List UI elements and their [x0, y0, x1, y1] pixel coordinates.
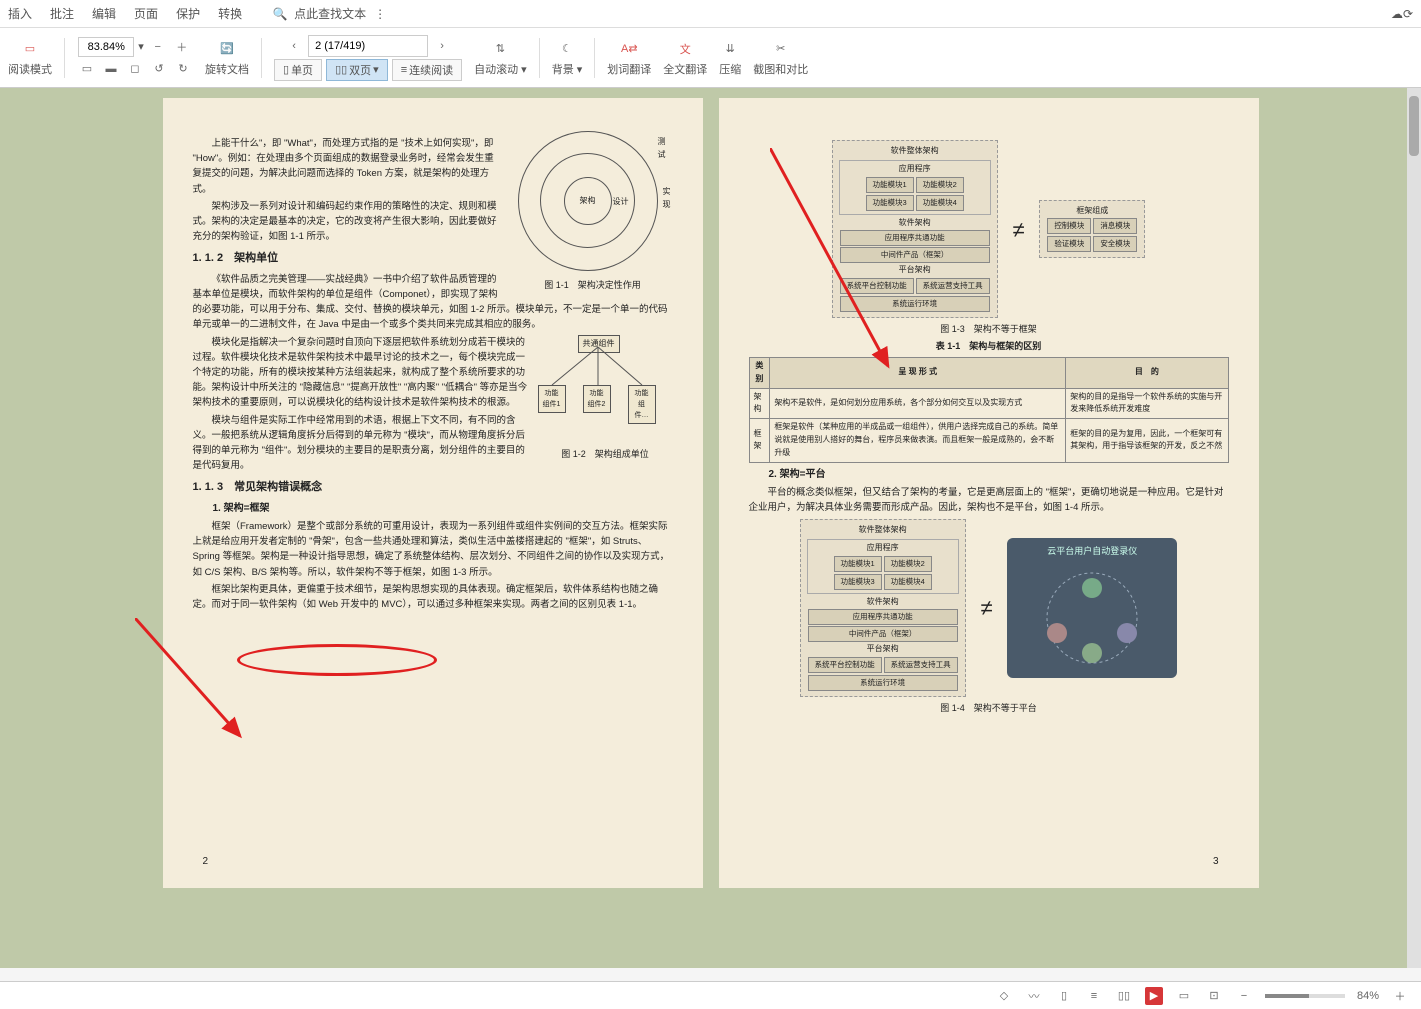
auto-scroll-label: 自动滚动 ▾: [474, 61, 527, 77]
divider: [594, 38, 595, 78]
menu-page[interactable]: 页面: [134, 5, 158, 22]
background-label: 背景 ▾: [552, 61, 583, 77]
zoom-slider[interactable]: [1265, 994, 1345, 998]
subheading-1: 1. 架构=框架: [193, 501, 673, 517]
zoom-group: ▾ − ＋ ▭ ▬ ◻ ↺ ↻: [77, 37, 193, 79]
menu-annotate[interactable]: 批注: [50, 5, 74, 22]
screenshot-icon[interactable]: ✂: [771, 39, 791, 59]
statusbar: ◇ 〰 ▯ ≡ ▯▯ ▶ ▭ ⊡ − 84% ＋: [0, 981, 1421, 1009]
compress-label: 压缩: [719, 61, 741, 77]
status-icon-2[interactable]: 〰: [1025, 987, 1043, 1005]
figure-1-4: 软件整体架构 应用程序 功能模块1功能模块2 功能模块3功能模块4 软件架构 应…: [749, 519, 1229, 697]
more-icon[interactable]: ⋮: [370, 4, 390, 24]
body-text: 框架（Framework）是整个或部分系统的可重用设计，表现为一系列组件或组件实…: [193, 519, 673, 580]
zoom-out-status-icon[interactable]: −: [1235, 987, 1253, 1005]
reading-mode-group[interactable]: ▭ 阅读模式: [8, 39, 52, 77]
scrollbar-thumb[interactable]: [1409, 96, 1419, 156]
background-icon[interactable]: ☾: [557, 39, 577, 59]
full-translate-icon[interactable]: 文: [675, 39, 695, 59]
page-input[interactable]: [308, 35, 428, 57]
reading-mode-icon[interactable]: ▭: [20, 39, 40, 59]
figure-1-1: 架构 设计 实现 测试: [513, 126, 663, 276]
prev-page-icon[interactable]: ‹: [284, 36, 304, 56]
next-page-icon[interactable]: ›: [432, 36, 452, 56]
zoom-dropdown-icon[interactable]: ▾: [138, 40, 144, 53]
menubar: 插入 批注 编辑 页面 保护 转换 🔍 点此查找文本 ⋮ ☁⟳: [0, 0, 1421, 28]
fit-width-icon[interactable]: ▬: [101, 59, 121, 79]
sel-translate-group[interactable]: A⇄ 划词翻译: [607, 39, 651, 77]
sel-translate-label: 划词翻译: [607, 61, 651, 77]
record-icon[interactable]: ▶: [1145, 987, 1163, 1005]
menu-protect[interactable]: 保护: [176, 5, 200, 22]
vertical-scrollbar[interactable]: [1407, 88, 1421, 968]
fit-icon-1[interactable]: ▭: [1175, 987, 1193, 1005]
view-continuous-icon[interactable]: ≡: [1085, 987, 1103, 1005]
document-viewport[interactable]: 架构 设计 实现 测试 图 1-1 架构决定性作用 上能干什么"，即 "What…: [0, 88, 1421, 968]
screenshot-label: 截图和对比: [753, 61, 808, 77]
view-double-icon[interactable]: ▯▯: [1115, 987, 1133, 1005]
figure-1-2: 共通组件 功能组件1 功能组件2 功能组件…: [538, 335, 668, 445]
body-text: 框架比架构更具体，更偏重于技术细节，是架构思想实现的具体表现。确定框架后，软件体…: [193, 582, 673, 612]
heading-1-1-3: 1. 1. 3 常见架构错误概念: [193, 479, 673, 497]
search-icon[interactable]: 🔍: [270, 4, 290, 24]
rotate-icon[interactable]: 🔄: [217, 39, 237, 59]
single-page-button[interactable]: ▯ 单页: [274, 59, 322, 81]
fig2-caption: 图 1-2 架构组成单位: [538, 447, 673, 461]
search-placeholder: 点此查找文本: [294, 5, 366, 22]
fig4-caption: 图 1-4 架构不等于平台: [749, 701, 1229, 715]
table-caption: 表 1-1 架构与框架的区别: [749, 339, 1229, 353]
reading-mode-label: 阅读模式: [8, 61, 52, 77]
search-area[interactable]: 🔍 点此查找文本 ⋮: [270, 4, 390, 24]
fit-page-icon[interactable]: ▭: [77, 59, 97, 79]
auto-scroll-icon[interactable]: ⇅: [490, 39, 510, 59]
compress-icon[interactable]: ⇊: [720, 39, 740, 59]
status-icon-1[interactable]: ◇: [995, 987, 1013, 1005]
figure-1-3: 软件整体架构 应用程序 功能模块1功能模块2 功能模块3功能模块4 软件架构 应…: [749, 140, 1229, 318]
fig1-caption: 图 1-1 架构决定性作用: [513, 278, 673, 292]
cloud-sync-icon[interactable]: ☁⟳: [1391, 7, 1413, 21]
zoom-in-icon[interactable]: ＋: [172, 37, 192, 57]
zoom-percent: 84%: [1357, 990, 1379, 1002]
not-equal-icon: ≠: [980, 590, 992, 625]
body-text: 平台的概念类似框架，但又结合了架构的考量，它是更高层面上的 "框架"，更确切地说…: [749, 485, 1229, 515]
actual-size-icon[interactable]: ◻: [125, 59, 145, 79]
fit-icon-2[interactable]: ⊡: [1205, 987, 1223, 1005]
view-single-icon[interactable]: ▯: [1055, 987, 1073, 1005]
full-translate-group[interactable]: 文 全文翻译: [663, 39, 707, 77]
fig3-caption: 图 1-3 架构不等于框架: [749, 322, 1229, 336]
table-1-1: 类别呈 现 形 式目 的 架构架构不是软件，是如何划分应用系统，各个部分如何交互…: [749, 357, 1229, 463]
rotate-group[interactable]: 🔄 旋转文档: [205, 39, 249, 77]
compress-group[interactable]: ⇊ 压缩: [719, 39, 741, 77]
zoom-in-status-icon[interactable]: ＋: [1391, 987, 1409, 1005]
rotate-left-icon[interactable]: ↺: [149, 59, 169, 79]
double-page-button[interactable]: ▯▯ 双页 ▾: [326, 59, 388, 81]
toolbar: ▭ 阅读模式 ▾ − ＋ ▭ ▬ ◻ ↺ ↻ 🔄 旋转文档 ‹ › ▯ 单页 ▯…: [0, 28, 1421, 88]
rotate-right-icon[interactable]: ↻: [173, 59, 193, 79]
continuous-button[interactable]: ≡ 连续阅读: [392, 59, 462, 81]
menu-insert[interactable]: 插入: [8, 5, 32, 22]
menu-convert[interactable]: 转换: [218, 5, 242, 22]
not-equal-icon: ≠: [1012, 212, 1024, 247]
subheading-2: 2. 架构=平台: [749, 467, 1229, 483]
zoom-out-icon[interactable]: −: [148, 37, 168, 57]
rotate-label: 旋转文档: [205, 61, 249, 77]
full-translate-label: 全文翻译: [663, 61, 707, 77]
page-nav-group: ‹ › ▯ 单页 ▯▯ 双页 ▾ ≡ 连续阅读: [274, 35, 462, 81]
auto-scroll-group[interactable]: ⇅ 自动滚动 ▾: [474, 39, 527, 77]
zoom-input[interactable]: [78, 37, 134, 57]
divider: [261, 38, 262, 78]
page-right: 软件整体架构 应用程序 功能模块1功能模块2 功能模块3功能模块4 软件架构 应…: [719, 98, 1259, 888]
page-left: 架构 设计 实现 测试 图 1-1 架构决定性作用 上能干什么"，即 "What…: [163, 98, 703, 888]
menu-edit[interactable]: 编辑: [92, 5, 116, 22]
screenshot-compare-group[interactable]: ✂ 截图和对比: [753, 39, 808, 77]
page-number: 3: [1213, 854, 1219, 870]
background-group[interactable]: ☾ 背景 ▾: [552, 39, 583, 77]
divider: [539, 38, 540, 78]
page-number: 2: [203, 854, 209, 870]
divider: [64, 38, 65, 78]
translate-icon[interactable]: A⇄: [619, 39, 639, 59]
